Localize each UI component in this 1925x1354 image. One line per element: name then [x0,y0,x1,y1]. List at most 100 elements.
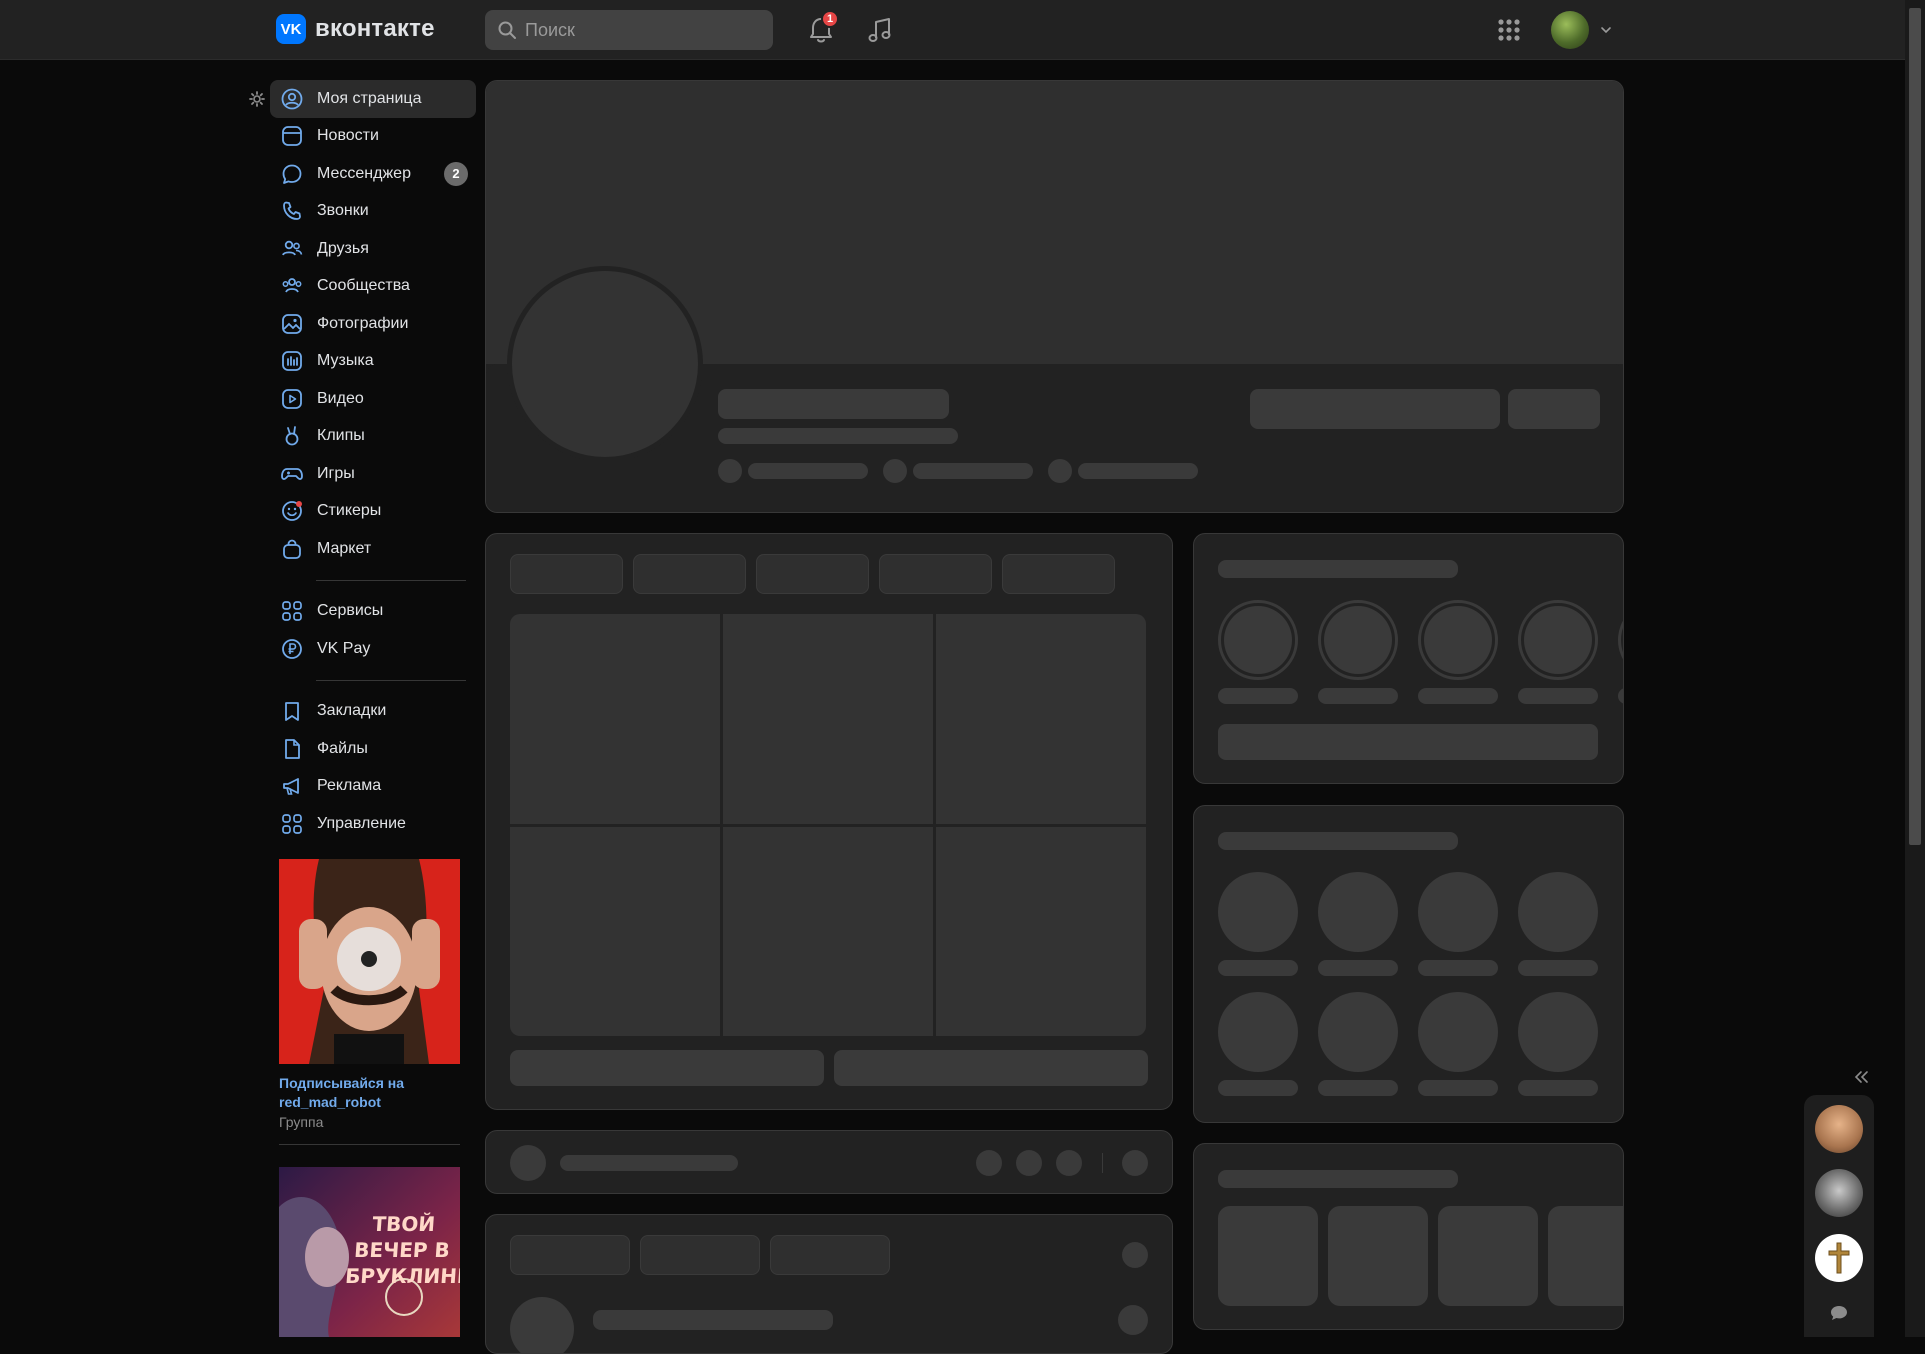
notifications-count-badge: 1 [821,10,839,28]
photo-icon [282,313,302,334]
wall-tab-placeholder [640,1235,760,1275]
sidebar-item-music[interactable]: Музыка [270,343,476,381]
sidebar-item-ads[interactable]: Реклама [270,768,476,806]
profile-avatar[interactable] [1551,11,1589,49]
sidebar-item-communities[interactable]: Сообщества [270,268,476,306]
friend-avatar-placeholder[interactable] [1318,872,1398,952]
sidebar-item-bookmarks[interactable]: Закладки [270,693,476,731]
chat-avatar[interactable] [1815,1234,1863,1282]
composer-icon-placeholder [1056,1150,1082,1176]
story-ring [1518,600,1598,680]
sidebar-item-label: Новости [317,127,379,145]
sidebar-item-clips[interactable]: Клипы [270,418,476,456]
promo-divider [279,1144,460,1145]
wall-card [485,1214,1173,1354]
friend-avatar-placeholder[interactable] [1318,992,1398,1072]
community-placeholder[interactable] [1218,1206,1318,1306]
vk-logo[interactable]: VK вконтакте [276,14,435,44]
sidebar-item-friends[interactable]: Друзья [270,230,476,268]
sidebar-item-games[interactable]: Игры [270,455,476,493]
more-button-placeholder [1508,389,1600,429]
story-placeholder[interactable] [1424,606,1492,674]
sidebar-item-services[interactable]: Сервисы [270,593,476,631]
story-placeholder[interactable] [1224,606,1292,674]
sidebar-item-my-page[interactable]: Моя страница [270,80,476,118]
chat-bubble-icon[interactable] [1830,1305,1848,1321]
phone-icon [283,201,301,221]
communities-icon [282,278,302,293]
promo-image-2[interactable]: ТВОЙ ВЕЧЕР В БРУКЛИНЕ [279,1167,460,1337]
sidebar-item-stickers[interactable]: Стикеры [270,493,476,531]
search-input[interactable] [525,19,765,41]
top-bar: VK вконтакте 1 [0,0,1905,60]
story-ring [1218,600,1298,680]
story-label-placeholder [1318,688,1398,704]
chevron-down-icon[interactable] [1600,25,1612,35]
chat-avatar[interactable] [1815,1105,1863,1153]
photos-card [485,533,1173,1110]
sidebar-item-label: Реклама [317,777,382,795]
stories-card [1193,533,1624,784]
notifications-button[interactable]: 1 [803,10,839,48]
friend-avatar-placeholder[interactable] [1418,992,1498,1072]
sidebar-item-files[interactable]: Файлы [270,730,476,768]
sidebar-item-video[interactable]: Видео [270,380,476,418]
sidebar-item-calls[interactable]: Звонки [270,193,476,231]
friend-avatar-placeholder[interactable] [1518,992,1598,1072]
sidebar-item-label: Клипы [317,427,365,445]
community-placeholder[interactable] [1438,1206,1538,1306]
sidebar-item-label: Игры [317,464,355,482]
story-placeholder[interactable] [1324,606,1392,674]
sidebar-item-label: Фотографии [317,314,409,332]
sidebar-item-management[interactable]: Управление [270,805,476,843]
photo-placeholder[interactable] [936,614,1146,824]
avatar-placeholder [512,271,698,457]
tab-placeholder [1002,554,1115,594]
music-player-button[interactable] [862,12,898,48]
story-placeholder[interactable] [1524,606,1592,674]
apps-grid-icon [1498,19,1520,41]
page-scrollbar[interactable] [1905,0,1925,1337]
sidebar-item-photos[interactable]: Фотографии [270,305,476,343]
friend-avatar-placeholder[interactable] [1218,992,1298,1072]
apps-menu-button[interactable] [1491,12,1527,48]
communities-card [1193,1143,1624,1330]
newsfeed-icon [282,126,302,147]
wall-tab-placeholder [770,1235,890,1275]
vk-logo-mark: VK [276,14,306,44]
sidebar-item-market[interactable]: Маркет [270,530,476,568]
photo-placeholder[interactable] [936,826,1146,1036]
bookmark-icon [285,702,299,722]
sidebar-item-label: Сервисы [317,602,384,620]
sidebar-item-label: Друзья [317,239,369,257]
composer-text-placeholder [560,1155,738,1171]
friend-avatar-placeholder[interactable] [1418,872,1498,952]
friend-avatar-placeholder[interactable] [1518,872,1598,952]
story-ring [1318,600,1398,680]
info-icon-placeholder [1048,459,1072,483]
sidebar-item-vkpay[interactable]: VK Pay [270,630,476,668]
photo-placeholder[interactable] [723,614,933,824]
cross-icon [1828,1242,1850,1274]
chat-avatar[interactable] [1815,1169,1863,1217]
sidebar-item-messenger[interactable]: Мессенджер 2 [270,155,476,193]
search-box[interactable] [485,10,773,50]
post-avatar-placeholder [510,1297,574,1353]
info-icon-placeholder [883,459,907,483]
search-icon [498,21,516,39]
community-placeholder[interactable] [1548,1206,1623,1306]
gear-icon[interactable] [249,91,265,107]
scrollbar-thumb[interactable] [1909,8,1921,845]
sidebar-item-news[interactable]: Новости [270,118,476,156]
chat-dock [1804,1095,1874,1337]
promo-link[interactable]: Подписывайся на red_mad_robot [279,1074,460,1112]
photo-placeholder[interactable] [510,826,720,1036]
sidebar-item-label: Звонки [317,202,369,220]
friend-avatar-placeholder[interactable] [1218,872,1298,952]
photo-placeholder[interactable] [723,826,933,1036]
collapse-chevrons-icon[interactable] [1852,1069,1870,1085]
community-placeholder[interactable] [1328,1206,1428,1306]
promo-image[interactable] [279,859,460,1064]
promo-photo-illustration [279,859,460,1064]
photo-placeholder[interactable] [510,614,720,824]
